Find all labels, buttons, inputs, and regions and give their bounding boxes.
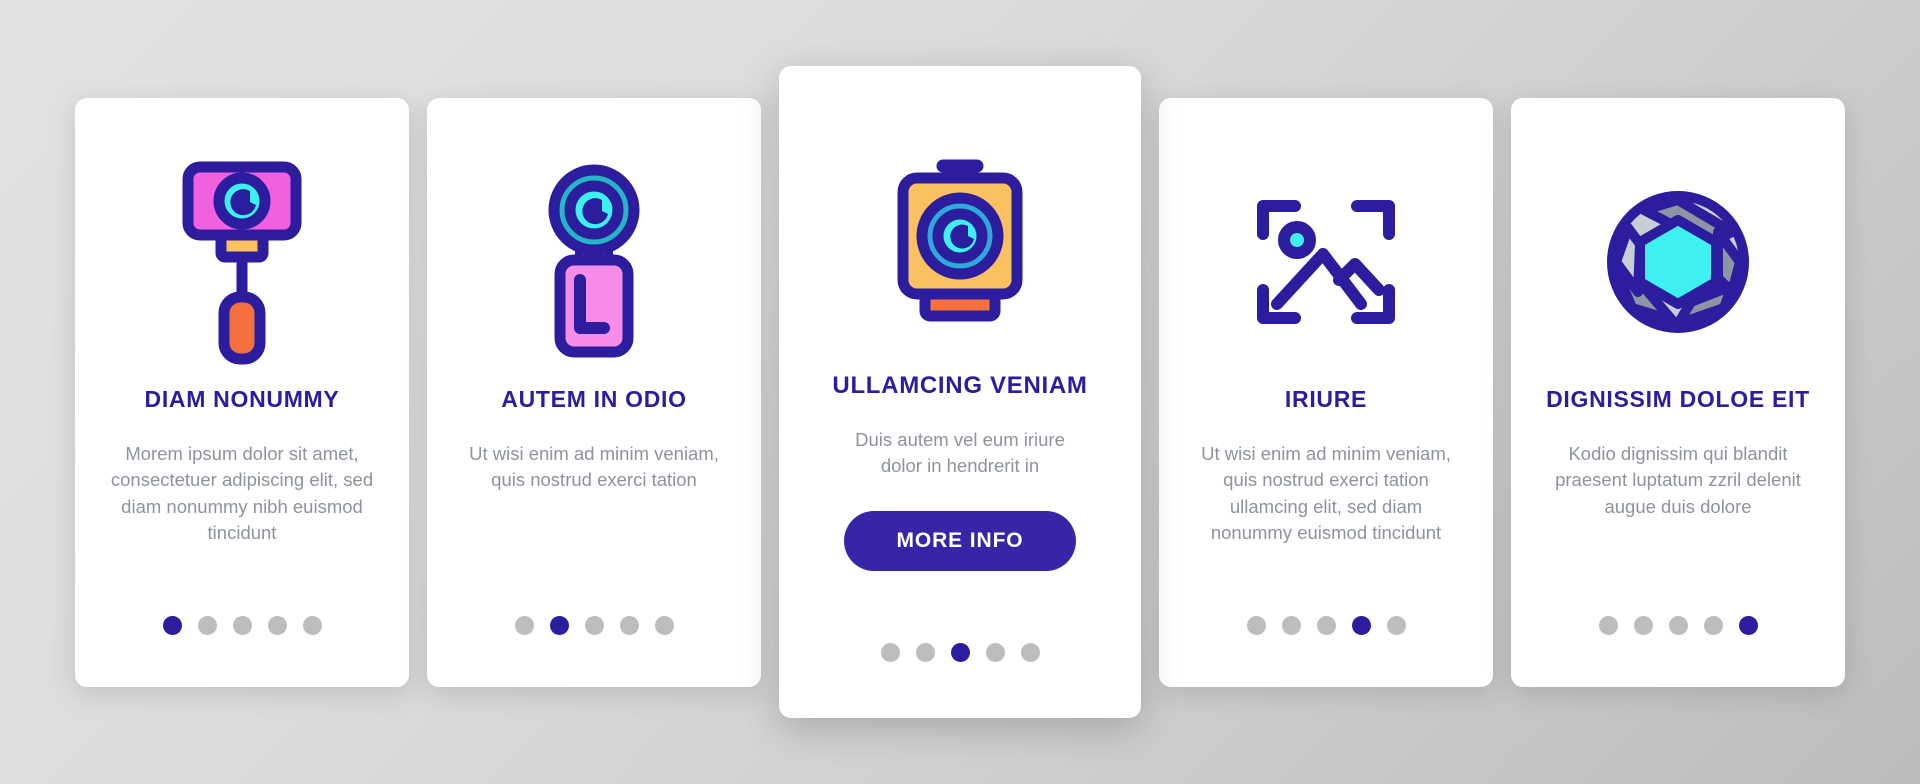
card-title: IRIURE (1284, 385, 1368, 412)
more-info-button[interactable]: MORE INFO (844, 511, 1076, 572)
pagination-dot[interactable] (232, 615, 252, 635)
pagination-dot[interactable] (1351, 615, 1371, 635)
pagination-dot[interactable] (1738, 615, 1758, 635)
pagination-dots (427, 615, 761, 635)
pagination-dot[interactable] (1386, 615, 1406, 635)
card-description: Morem ipsum dolor sit amet, consectetuer… (110, 443, 374, 543)
pagination-dot[interactable] (584, 615, 604, 635)
pagination-dot[interactable] (654, 615, 674, 635)
pagination-dot[interactable] (880, 643, 900, 662)
onboarding-card-5[interactable]: DIGNISSIM DOLOE EIT Kodio dignissim qui … (1511, 97, 1845, 687)
pagination-dot[interactable] (950, 643, 970, 662)
pagination-dot[interactable] (619, 615, 639, 635)
camera-body-icon (801, 118, 1119, 368)
pagination-dot[interactable] (985, 643, 1005, 662)
card-title: AUTEM IN ODIO (501, 385, 687, 412)
onboarding-card-2[interactable]: AUTEM IN ODIO Ut wisi enim ad minim veni… (427, 97, 761, 687)
pagination-dot[interactable] (1633, 615, 1653, 635)
photo-frame-landscape-icon (1179, 142, 1473, 382)
pagination-dot[interactable] (267, 615, 287, 635)
card-description: Ut wisi enim ad minim veniam, quis nostr… (1201, 443, 1451, 543)
pagination-dots (1159, 615, 1493, 635)
onboarding-card-4[interactable]: IRIURE Ut wisi enim ad minim veniam, qui… (1159, 97, 1493, 687)
pagination-dot[interactable] (915, 643, 935, 662)
aperture-icon (1531, 142, 1825, 382)
pagination-dot[interactable] (1598, 615, 1618, 635)
pagination-dots (1511, 615, 1845, 635)
card-description: Kodio dignissim qui blandit praesent lup… (1555, 443, 1801, 517)
pagination-dot[interactable] (1246, 615, 1266, 635)
pagination-dot[interactable] (1668, 615, 1688, 635)
pagination-dot[interactable] (1020, 643, 1040, 662)
onboarding-card-3-featured[interactable]: ULLAMCING VENIAM Duis autem vel eum iriu… (779, 66, 1141, 718)
card-title: DIGNISSIM DOLOE EIT (1546, 385, 1810, 412)
pagination-dot[interactable] (302, 615, 322, 635)
pagination-dot[interactable] (549, 615, 569, 635)
pagination-dot[interactable] (1316, 615, 1336, 635)
card-description: Duis autem vel eum iriure dolor in hendr… (855, 428, 1065, 477)
pagination-dot[interactable] (197, 615, 217, 635)
pagination-dot[interactable] (1703, 615, 1723, 635)
card-title: ULLAMCING VENIAM (832, 372, 1088, 399)
onboarding-card-1[interactable]: DIAM NONUMMY Morem ipsum dolor sit amet,… (75, 97, 409, 687)
card-title: DIAM NONUMMY (144, 385, 340, 412)
card-description: Ut wisi enim ad minim veniam, quis nostr… (469, 443, 719, 491)
pagination-dots (75, 615, 409, 635)
pagination-dot[interactable] (162, 615, 182, 635)
pagination-dot[interactable] (1281, 615, 1301, 635)
pagination-dot[interactable] (514, 615, 534, 635)
pagination-dots (779, 643, 1141, 662)
camera-lens-stand-icon (447, 142, 741, 382)
onboarding-screens-container: DIAM NONUMMY Morem ipsum dolor sit amet,… (0, 0, 1920, 784)
selfie-stick-icon (95, 142, 389, 382)
